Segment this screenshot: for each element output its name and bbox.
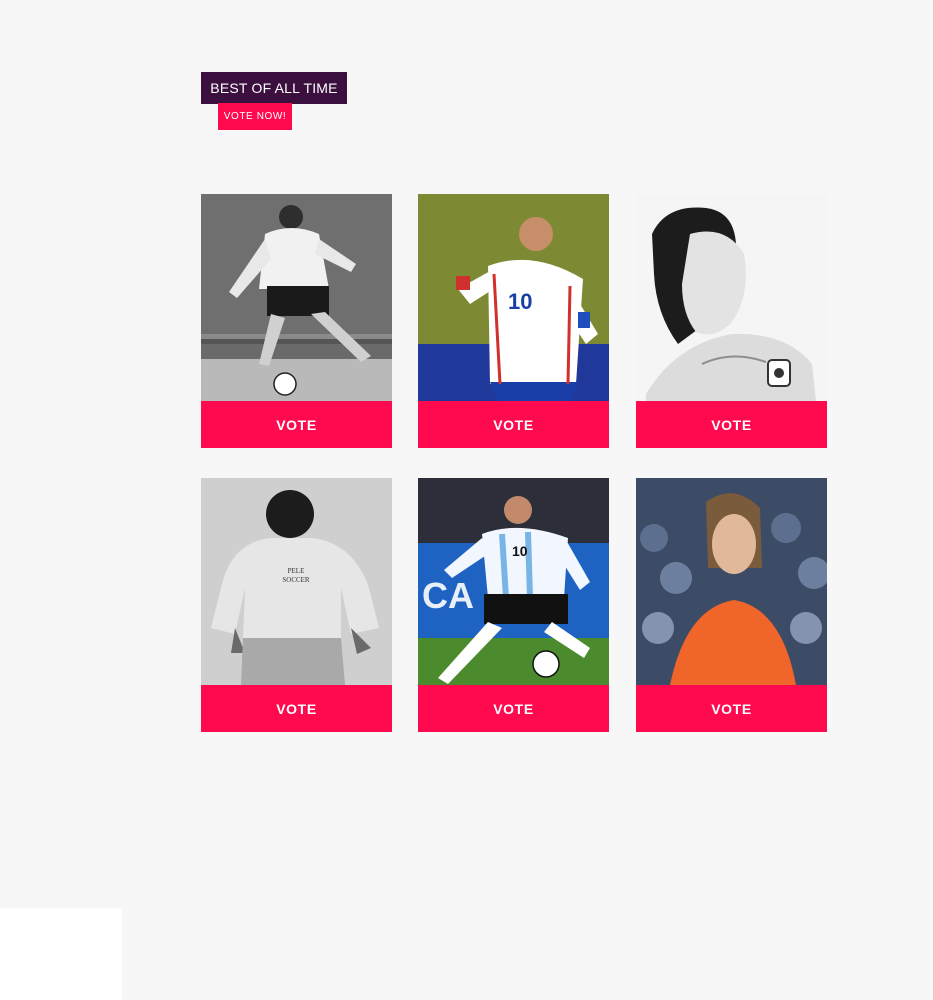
vote-button[interactable]: VOTE [201, 685, 392, 732]
vote-now-button[interactable]: VOTE NOW! [218, 103, 292, 130]
page-title: BEST OF ALL TIME [201, 72, 347, 104]
player-card: VOTE [201, 194, 392, 448]
svg-text:CA: CA [422, 575, 474, 616]
svg-text:SOCCER: SOCCER [282, 576, 310, 584]
player-card: 10 VOTE [418, 194, 609, 448]
svg-text:10: 10 [508, 289, 532, 314]
bottom-panel [0, 908, 122, 1000]
vote-button[interactable]: VOTE [201, 401, 392, 448]
vote-button[interactable]: VOTE [418, 401, 609, 448]
svg-text:PELE: PELE [288, 567, 305, 575]
vote-button[interactable]: VOTE [636, 401, 827, 448]
player-photo: 10 CA [418, 478, 609, 685]
player-card: 10 CA VOTE [418, 478, 609, 732]
player-card: PELE SOCCER VOTE [201, 478, 392, 732]
player-photo [636, 478, 827, 685]
vote-button[interactable]: VOTE [418, 685, 609, 732]
player-card: VOTE [636, 194, 827, 448]
player-card: VOTE [636, 478, 827, 732]
player-photo: PELE SOCCER [201, 478, 392, 685]
svg-text:10: 10 [512, 543, 528, 559]
player-photo [201, 194, 392, 401]
vote-button[interactable]: VOTE [636, 685, 827, 732]
player-photo [636, 194, 827, 401]
player-photo: 10 [418, 194, 609, 401]
